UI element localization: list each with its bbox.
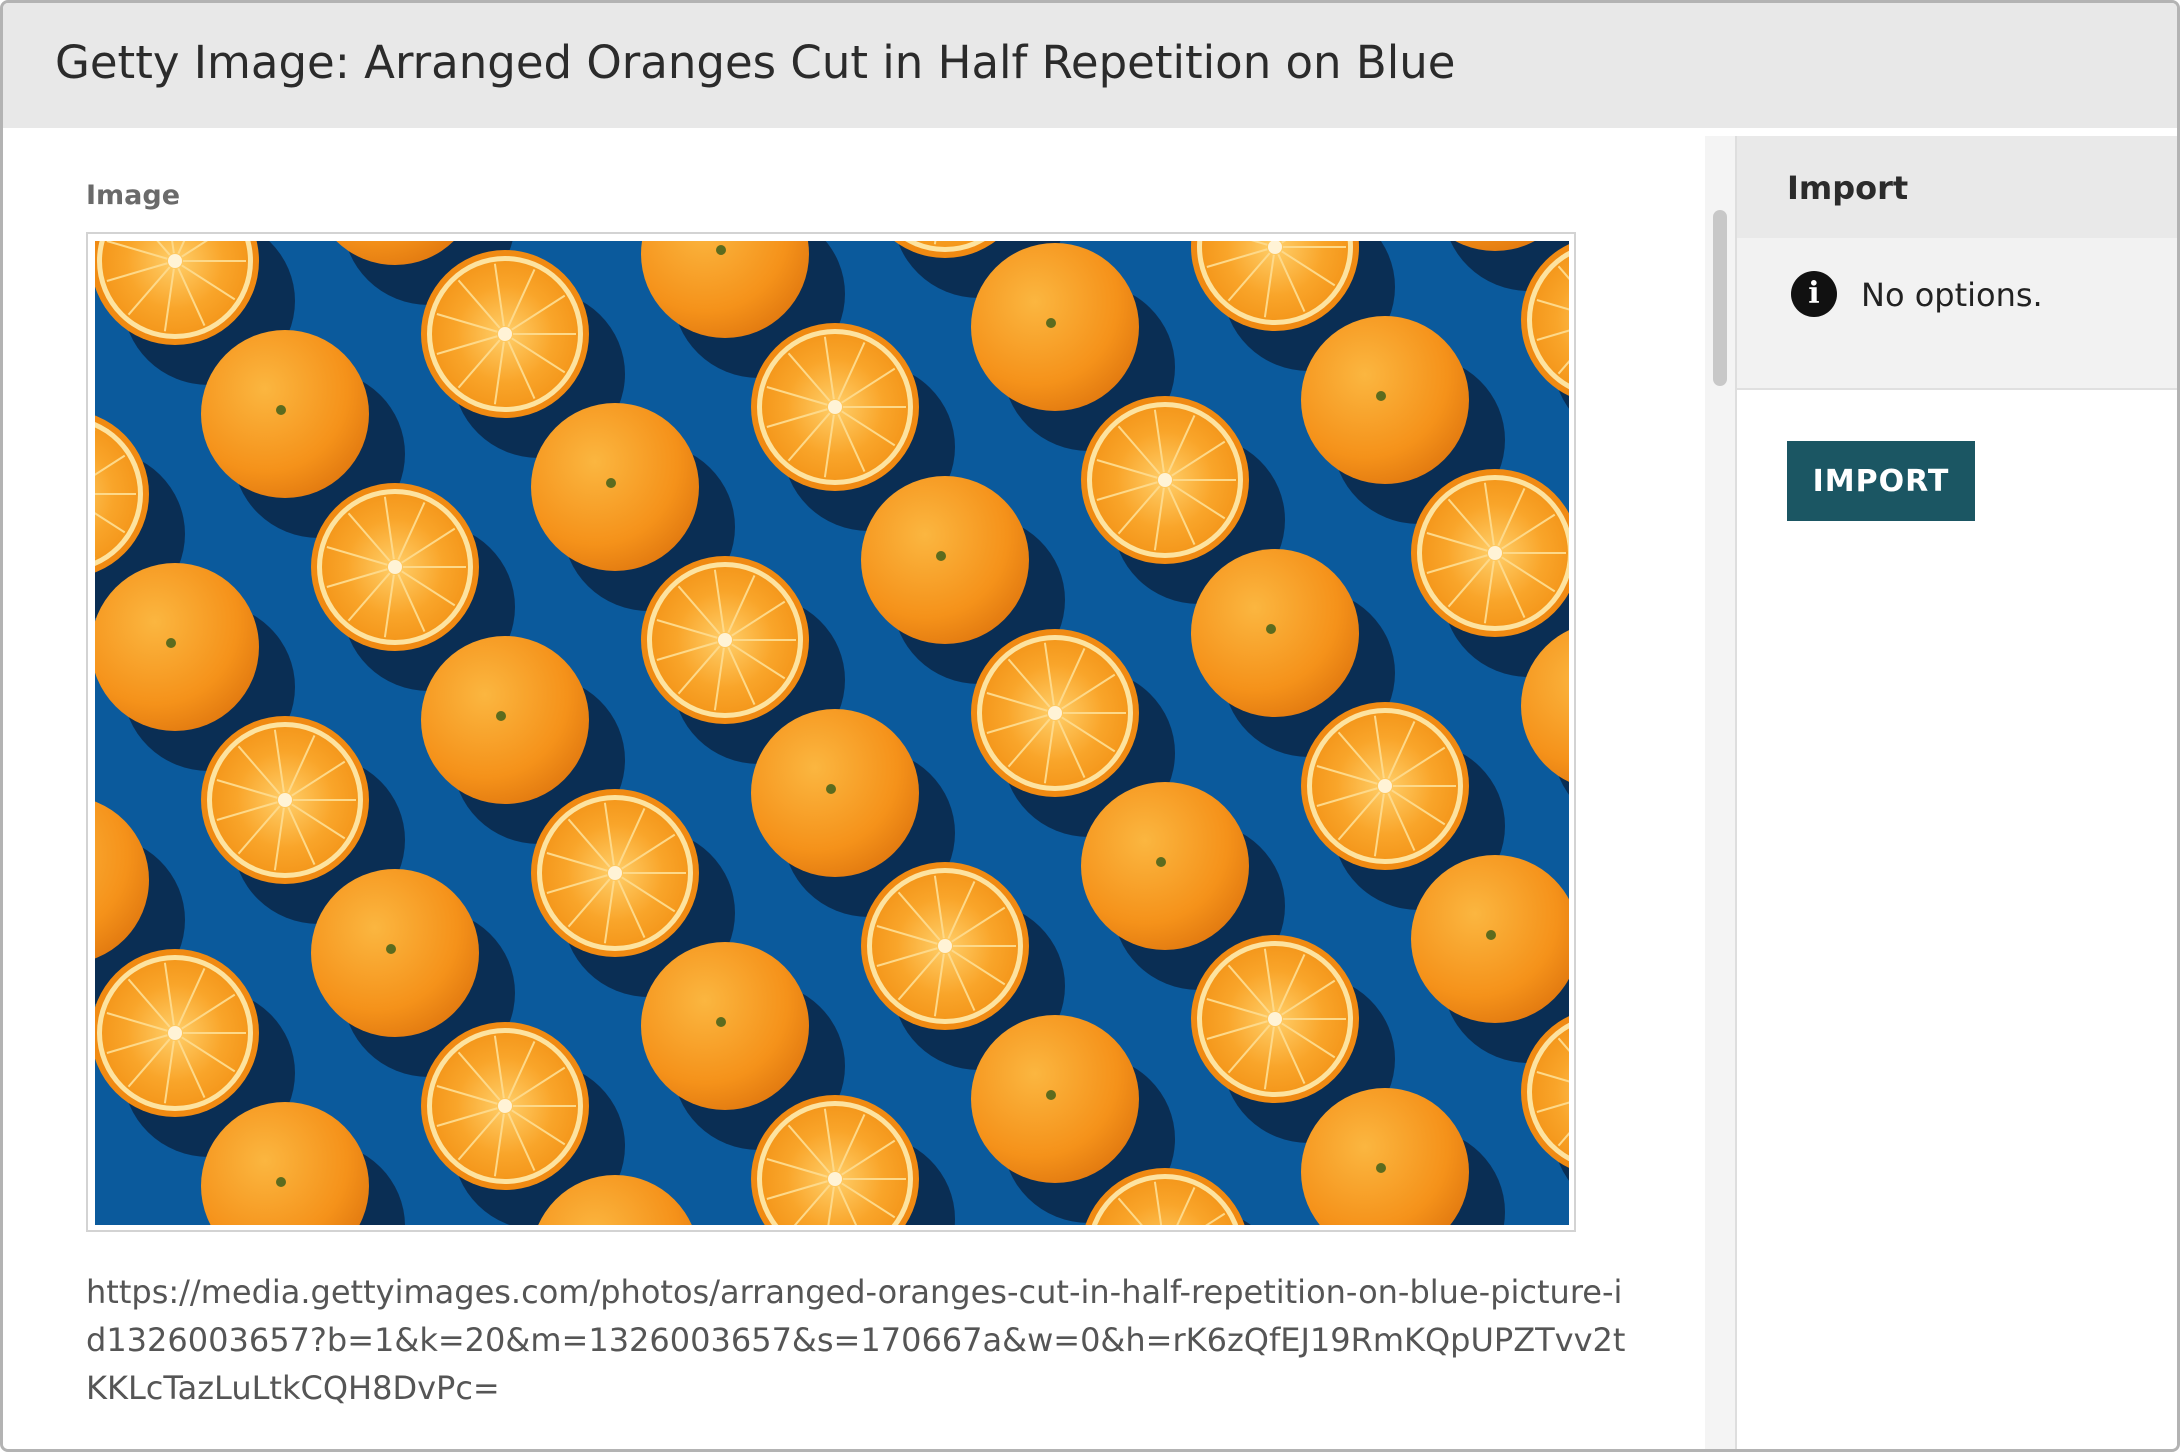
orange-half [1301,702,1469,870]
orange-half [861,862,1029,1030]
orange-half [421,250,589,418]
image-url: https://media.gettyimages.com/photos/arr… [86,1273,1626,1407]
image-field-label: Image [86,180,181,211]
orange-half [311,483,479,651]
page-header: Getty Image: Arranged Oranges Cut in Hal… [3,3,2177,128]
orange-whole [311,869,479,1037]
orange-half [751,323,919,491]
page-title: Getty Image: Arranged Oranges Cut in Hal… [55,36,1456,89]
sidebar-header: Import [1737,136,2177,238]
orange-whole [531,403,699,571]
oranges-image [95,241,1569,1225]
import-button[interactable]: IMPORT [1787,441,1975,521]
orange-whole [751,709,919,877]
orange-half [531,789,699,957]
scrollbar-thumb[interactable] [1713,210,1727,386]
orange-half [421,1022,589,1190]
orange-half [641,556,809,724]
orange-whole [95,563,259,731]
orange-half [1191,935,1359,1103]
sidebar-title: Import [1787,169,1909,207]
orange-whole [971,243,1139,411]
main-content[interactable]: Image https://media.gettyimages.com/phot… [3,128,1703,1449]
orange-whole [971,1015,1139,1183]
main-scrollbar[interactable] [1705,136,1735,1449]
image-preview [86,232,1576,1232]
window-frame: Getty Image: Arranged Oranges Cut in Hal… [0,0,2180,1452]
orange-whole [1191,549,1359,717]
options-info: i No options. [1737,238,2177,390]
orange-whole [861,476,1029,644]
info-icon: i [1791,271,1837,317]
orange-whole [201,330,369,498]
orange-half [1081,396,1249,564]
orange-whole [1081,782,1249,950]
orange-half [971,629,1139,797]
orange-half [201,716,369,884]
orange-whole [1301,316,1469,484]
import-sidebar: Import i No options. IMPORT [1735,136,2177,1449]
orange-half [95,949,259,1117]
orange-whole [421,636,589,804]
orange-whole [641,942,809,1110]
info-text: No options. [1861,276,2043,314]
